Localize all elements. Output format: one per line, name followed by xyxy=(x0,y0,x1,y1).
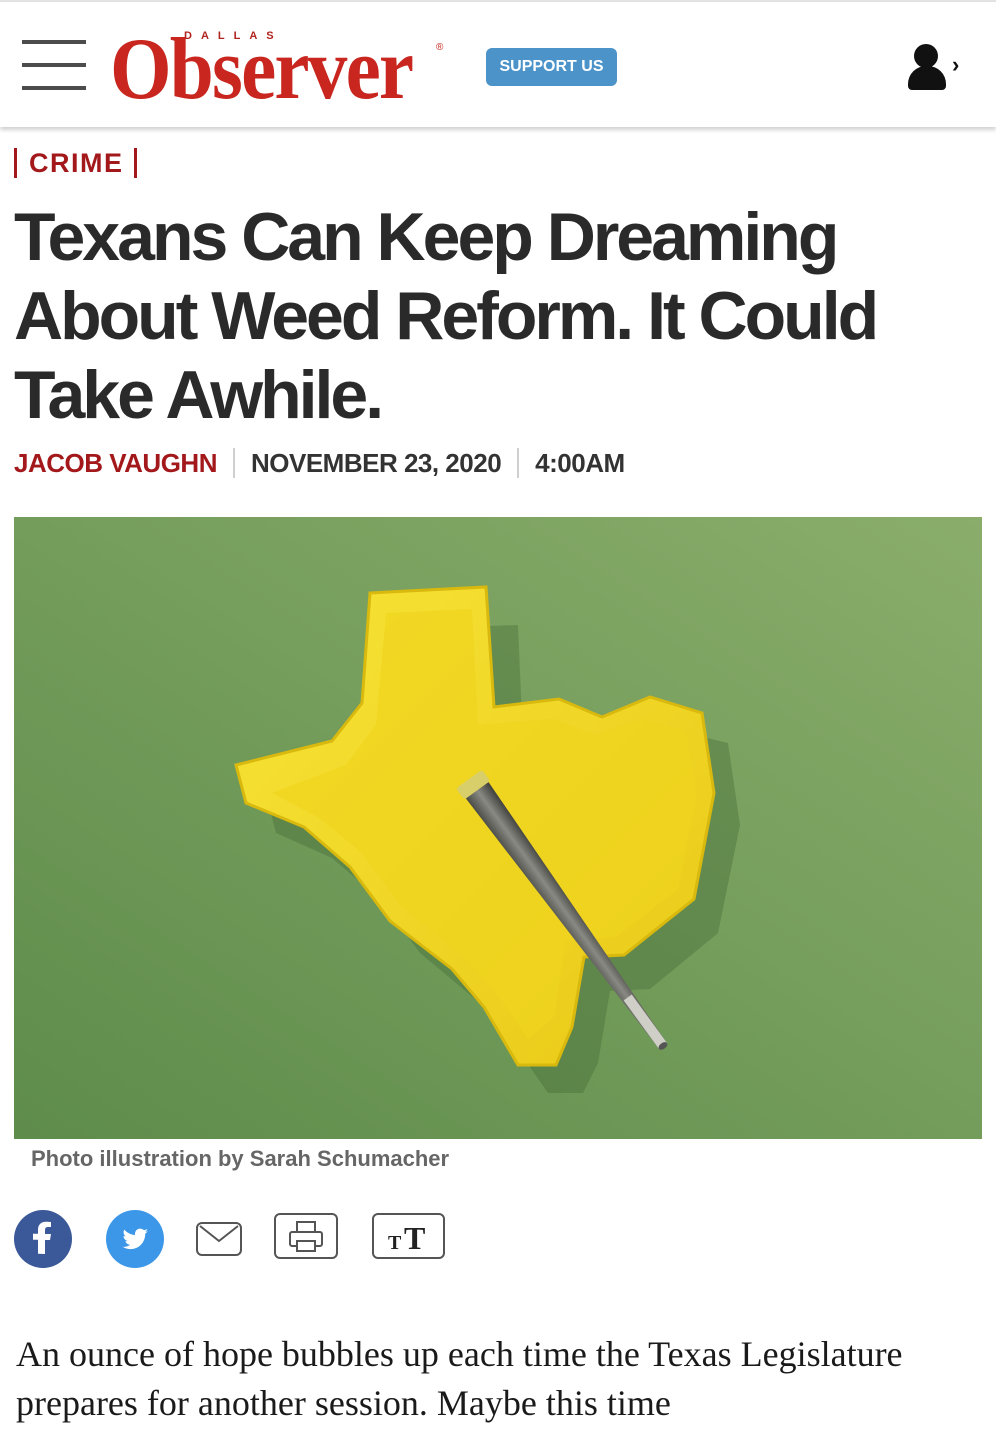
byline: JACOB VAUGHN NOVEMBER 23, 2020 4:00AM xyxy=(14,446,625,480)
facebook-icon xyxy=(33,1221,51,1254)
twitter-share-button[interactable] xyxy=(106,1210,164,1268)
publish-date: NOVEMBER 23, 2020 xyxy=(250,447,502,478)
user-account-button[interactable]: › xyxy=(906,42,970,96)
text-size-icon: T T xyxy=(388,1220,425,1256)
site-header: DALLAS Observer ® SUPPORT US › xyxy=(0,2,996,127)
article-headline: Texans Can Keep Dreaming About Weed Refo… xyxy=(14,199,879,433)
user-account-icon xyxy=(914,44,938,68)
facebook-share-button[interactable] xyxy=(14,1210,72,1268)
image-caption: Photo illustration by Sarah Schumacher xyxy=(31,1146,450,1171)
hero-image xyxy=(14,517,982,1139)
category-tag: CRIME xyxy=(14,146,137,180)
text-size-button[interactable]: T T xyxy=(372,1213,445,1259)
print-button[interactable] xyxy=(274,1213,338,1259)
user-account-icon-body xyxy=(908,66,946,90)
email-icon xyxy=(199,1225,239,1243)
chevron-right-icon: › xyxy=(952,52,960,77)
site-logo[interactable]: DALLAS Observer ® xyxy=(110,18,450,114)
hamburger-menu-icon[interactable] xyxy=(22,40,86,94)
email-share-button[interactable] xyxy=(196,1222,242,1256)
logo-registered-mark: ® xyxy=(436,42,444,53)
logo-wordmark: Observer xyxy=(110,21,414,118)
article-body-paragraph: An ounce of hope bubbles up each time th… xyxy=(16,1334,903,1423)
category-divider xyxy=(133,148,137,178)
byline-divider xyxy=(232,448,235,478)
author-link[interactable]: JACOB VAUGHN xyxy=(14,448,217,479)
byline-divider xyxy=(517,448,520,478)
print-icon xyxy=(289,1221,323,1252)
category-link[interactable]: CRIME xyxy=(17,148,134,179)
svg-text:T: T xyxy=(388,1232,402,1254)
svg-text:T: T xyxy=(404,1220,425,1256)
twitter-icon xyxy=(122,1228,148,1250)
support-us-button[interactable]: SUPPORT US xyxy=(486,48,617,86)
publish-time: 4:00AM xyxy=(535,447,625,478)
